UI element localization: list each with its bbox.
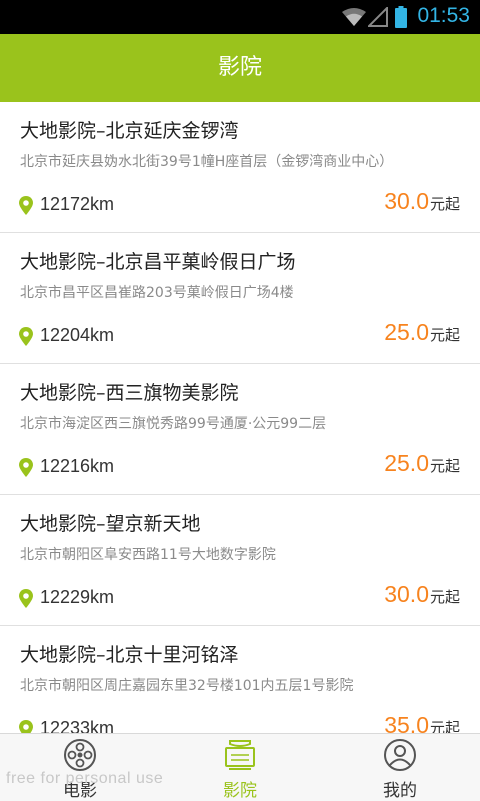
page-title: 影院 <box>217 55 262 80</box>
location-pin-icon <box>19 589 33 608</box>
cinema-name: 大地影院–北京延庆金锣湾 <box>20 120 239 142</box>
tab-profile[interactable]: 我的 <box>320 734 480 801</box>
person-icon <box>384 739 416 771</box>
cinema-item[interactable]: 大地影院–北京昌平菓岭假日广场 北京市昌平区昌崔路203号菓岭假日广场4楼 12… <box>0 233 480 364</box>
cinema-name: 大地影院–西三旗物美影院 <box>20 382 239 404</box>
bottom-tab-bar: 电影 影院 我的 <box>0 733 480 801</box>
price-info: 25.0元起 <box>384 450 460 477</box>
cinema-distance: 12204km <box>40 325 115 345</box>
price-unit: 元起 <box>429 588 460 606</box>
signal-icon <box>368 7 388 27</box>
cinema-item[interactable]: 大地影院–北京延庆金锣湾 北京市延庆县妫水北街39号1幢H座首层（金锣湾商业中心… <box>0 102 480 233</box>
cinema-address: 北京市朝阳区阜安西路11号大地数字影院 <box>20 547 276 563</box>
location-pin-icon <box>19 327 33 346</box>
status-bar: 01:53 <box>0 0 480 34</box>
cinema-address: 北京市昌平区昌崔路203号菓岭假日广场4楼 <box>20 285 294 301</box>
price-info: 30.0元起 <box>384 188 460 215</box>
price-unit: 元起 <box>429 326 460 344</box>
film-reel-icon <box>64 739 96 771</box>
cinema-name: 大地影院–望京新天地 <box>20 513 201 535</box>
cinema-list: 大地影院–北京延庆金锣湾 北京市延庆县妫水北街39号1幢H座首层（金锣湾商业中心… <box>0 102 480 757</box>
tab-profile-label: 我的 <box>383 781 417 801</box>
price-value: 30.0 <box>384 188 429 214</box>
battery-icon <box>395 6 407 28</box>
tab-cinemas[interactable]: 影院 <box>160 734 320 801</box>
cinema-name: 大地影院–北京十里河铭泽 <box>20 644 239 666</box>
cinema-distance: 12216km <box>40 456 115 476</box>
cinema-address: 北京市海淀区西三旗悦秀路99号通厦·公元99二层 <box>20 416 327 432</box>
price-value: 30.0 <box>384 581 429 607</box>
cinema-name: 大地影院–北京昌平菓岭假日广场 <box>20 251 296 273</box>
price-unit: 元起 <box>429 195 460 213</box>
cinema-address: 北京市延庆县妫水北街39号1幢H座首层（金锣湾商业中心） <box>20 154 394 170</box>
price-value: 25.0 <box>384 319 429 345</box>
header: 影院 <box>0 34 480 102</box>
cinema-distance: 12229km <box>40 587 115 607</box>
tab-cinemas-label: 影院 <box>223 781 257 801</box>
cinema-item[interactable]: 大地影院–望京新天地 北京市朝阳区阜安西路11号大地数字影院 12229km 3… <box>0 495 480 626</box>
cinema-screen-icon <box>225 740 255 770</box>
wifi-icon <box>342 8 366 26</box>
cinema-address: 北京市朝阳区周庄嘉园东里32号楼101内五层1号影院 <box>20 678 354 694</box>
watermark: free for personal use <box>6 770 164 787</box>
location-pin-icon <box>19 458 33 477</box>
price-info: 30.0元起 <box>384 581 460 608</box>
location-pin-icon <box>19 196 33 215</box>
clock: 01:53 <box>417 4 470 27</box>
tab-movies[interactable]: 电影 <box>0 734 160 801</box>
price-value: 25.0 <box>384 450 429 476</box>
cinema-distance: 12172km <box>40 194 115 214</box>
price-info: 25.0元起 <box>384 319 460 346</box>
cinema-item[interactable]: 大地影院–西三旗物美影院 北京市海淀区西三旗悦秀路99号通厦·公元99二层 12… <box>0 364 480 495</box>
price-unit: 元起 <box>429 457 460 475</box>
